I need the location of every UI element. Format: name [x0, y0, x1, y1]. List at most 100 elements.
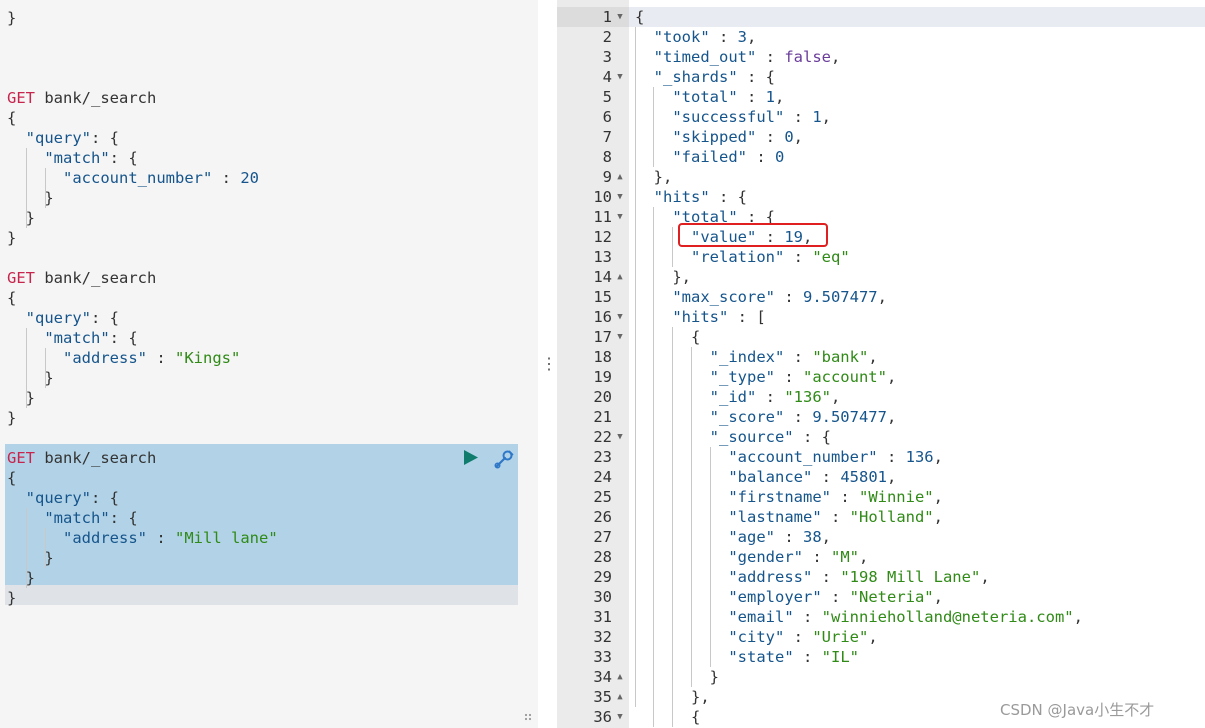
code-line[interactable]: "address" : "Kings": [7, 348, 240, 368]
fold-end-icon[interactable]: ▲: [615, 687, 625, 707]
line-number: 9: [602, 168, 612, 186]
response-line: {: [635, 8, 645, 26]
fold-end-icon[interactable]: ▲: [615, 167, 625, 187]
watermark: CSDN @Java小生不才: [1000, 701, 1155, 719]
response-line: {: [635, 328, 701, 346]
line-number: 27: [593, 528, 612, 546]
fold-collapse-icon[interactable]: ▼: [615, 67, 625, 87]
response-line: },: [635, 268, 691, 286]
code-line[interactable]: }: [7, 8, 16, 28]
response-line: "lastname" : "Holland",: [728, 508, 943, 526]
response-line: "_score" : 9.507477,: [709, 408, 897, 426]
response-line: "total" : 1,: [672, 88, 785, 106]
line-number: 22: [593, 428, 612, 446]
response-line: "account_number" : 136,: [728, 448, 943, 466]
response-line: },: [635, 688, 710, 706]
line-number: 15: [593, 288, 612, 306]
line-number: 25: [593, 488, 612, 506]
line-number: 23: [593, 448, 612, 466]
response-line: "failed" : 0: [672, 148, 785, 166]
code-line[interactable]: }: [7, 388, 35, 408]
code-line[interactable]: "query": {: [7, 128, 119, 148]
resize-grip-icon[interactable]: [523, 708, 533, 721]
line-number: 17: [593, 328, 612, 346]
response-line: {: [635, 708, 701, 726]
line-number: 7: [602, 128, 612, 146]
line-number: 28: [593, 548, 612, 566]
request-line[interactable]: GET bank/_search: [7, 88, 156, 108]
response-line: },: [635, 168, 673, 186]
code-line[interactable]: "match": {: [7, 508, 137, 528]
pane-resize-handle[interactable]: ⋮: [541, 354, 557, 374]
value-highlight-box: [678, 223, 828, 247]
code-line[interactable]: "query": {: [7, 488, 119, 508]
code-line[interactable]: }: [7, 548, 53, 568]
line-number: 24: [593, 468, 612, 486]
code-line[interactable]: {: [7, 468, 16, 488]
play-icon: [463, 449, 478, 465]
code-line[interactable]: }: [7, 228, 16, 248]
fold-end-icon[interactable]: ▲: [615, 667, 625, 687]
code-line[interactable]: }: [7, 368, 53, 388]
response-line: "relation" : "eq": [691, 248, 850, 266]
line-number: 2: [602, 28, 612, 46]
line-number: 4: [602, 68, 612, 86]
request-settings-button[interactable]: [493, 448, 515, 470]
response-line: "state" : "IL": [728, 648, 859, 666]
code-line[interactable]: }: [7, 568, 35, 588]
fold-collapse-icon[interactable]: ▼: [615, 307, 625, 327]
code-line[interactable]: }: [7, 208, 35, 228]
line-number: 14: [593, 268, 612, 286]
code-line[interactable]: "match": {: [7, 148, 137, 168]
response-line: "gender" : "M",: [728, 548, 869, 566]
response-line: "skipped" : 0,: [672, 128, 804, 146]
fold-collapse-icon[interactable]: ▼: [615, 7, 625, 27]
response-line: "max_score" : 9.507477,: [672, 288, 887, 306]
code-line[interactable]: }: [7, 188, 53, 208]
line-number: 30: [593, 588, 612, 606]
code-line[interactable]: "match": {: [7, 328, 137, 348]
run-request-button[interactable]: [461, 448, 479, 466]
response-line: "_type" : "account",: [709, 368, 897, 386]
line-number: 33: [593, 648, 612, 666]
request-line[interactable]: GET bank/_search: [7, 448, 156, 468]
line-number: 16: [593, 308, 612, 326]
code-line[interactable]: "query": {: [7, 308, 119, 328]
fold-collapse-icon[interactable]: ▼: [615, 327, 625, 347]
fold-end-icon[interactable]: ▲: [615, 267, 625, 287]
line-number: 34: [593, 668, 612, 686]
content-active-line: [629, 7, 1205, 27]
response-line: "hits" : {: [653, 188, 747, 206]
code-line[interactable]: }: [7, 408, 16, 428]
code-line[interactable]: {: [7, 288, 16, 308]
response-line: "successful" : 1,: [672, 108, 831, 126]
fold-collapse-icon[interactable]: ▼: [615, 707, 625, 727]
code-line[interactable]: "address" : "Mill lane": [7, 528, 278, 548]
line-number: 3: [602, 48, 612, 66]
response-line: "took" : 3,: [653, 28, 757, 46]
response-line: "firstname" : "Winnie",: [728, 488, 943, 506]
line-number: 1: [602, 8, 612, 26]
line-number: 6: [602, 108, 612, 126]
code-line[interactable]: "account_number" : 20: [7, 168, 259, 188]
line-number: 31: [593, 608, 612, 626]
line-number: 8: [602, 148, 612, 166]
response-viewer: 1 ▼{2 "took" : 3, 3 "timed_out" : false, 4 ▼…: [557, 0, 1205, 728]
line-number: 32: [593, 628, 612, 646]
request-line[interactable]: GET bank/_search: [7, 268, 156, 288]
fold-collapse-icon[interactable]: ▼: [615, 187, 625, 207]
fold-collapse-icon[interactable]: ▼: [615, 427, 625, 447]
code-line[interactable]: {: [7, 108, 16, 128]
response-line: "_shards" : {: [653, 68, 775, 86]
response-line: "_index" : "bank",: [709, 348, 878, 366]
line-number: 20: [593, 388, 612, 406]
fold-collapse-icon[interactable]: ▼: [615, 207, 625, 227]
line-number: 13: [593, 248, 612, 266]
response-line: "_source" : {: [709, 428, 831, 446]
line-number: 11: [593, 208, 612, 226]
response-line: "address" : "198 Mill Lane",: [728, 568, 990, 586]
response-line: "timed_out" : false,: [653, 48, 841, 66]
code-line[interactable]: }: [7, 588, 16, 608]
request-editor[interactable]: } GET bank/_search{ "query": { "match": {…: [0, 0, 538, 728]
response-line: "employer" : "Neteria",: [728, 588, 943, 606]
